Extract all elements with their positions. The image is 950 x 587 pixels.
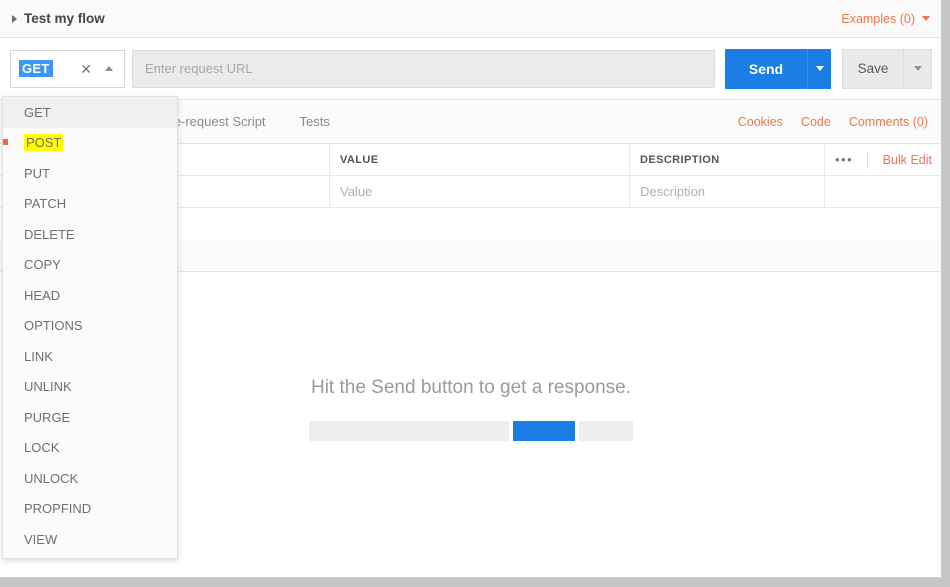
- method-menu-item-label: DELETE: [24, 226, 75, 242]
- send-button[interactable]: Send: [725, 48, 807, 89]
- cell-value[interactable]: Value: [330, 176, 630, 207]
- method-menu-item-label: POST: [24, 134, 64, 152]
- method-menu-item-post[interactable]: POST: [3, 128, 177, 159]
- tab-tests[interactable]: Tests: [300, 114, 330, 129]
- send-dropdown-button[interactable]: [807, 48, 831, 89]
- postman-request-window: Test my flow Examples (0) GET ✕ Send Sav…: [0, 0, 942, 578]
- method-menu-item-options[interactable]: OPTIONS: [3, 311, 177, 342]
- cell-description[interactable]: Description: [630, 176, 825, 207]
- method-menu-item-delete[interactable]: DELETE: [3, 219, 177, 250]
- method-menu-item-get[interactable]: GET: [3, 97, 177, 128]
- save-dropdown-button[interactable]: [904, 48, 932, 89]
- method-menu-item-purge[interactable]: PURGE: [3, 402, 177, 433]
- method-menu-item-label: PATCH: [24, 196, 67, 212]
- divider: [867, 150, 869, 169]
- method-menu-item-label: VIEW: [24, 531, 58, 547]
- flow-breadcrumb[interactable]: Test my flow: [12, 11, 105, 26]
- method-menu-item-patch[interactable]: PATCH: [3, 189, 177, 220]
- method-menu-item-head[interactable]: HEAD: [3, 280, 177, 311]
- method-menu-item-label: OPTIONS: [24, 318, 83, 334]
- method-menu-item-link[interactable]: LINK: [3, 341, 177, 372]
- method-menu-item-label: LINK: [24, 348, 53, 364]
- triangle-right-icon[interactable]: [12, 14, 17, 23]
- comments-link[interactable]: Comments (0): [849, 115, 928, 129]
- method-menu-item-label: UNLINK: [24, 379, 72, 395]
- save-button-group: Save: [842, 48, 932, 89]
- close-x-icon[interactable]: ✕: [80, 62, 92, 76]
- cell-tools: [825, 176, 941, 207]
- method-menu-item-label: PURGE: [24, 409, 71, 425]
- method-menu-item-label: HEAD: [24, 287, 61, 303]
- request-url-bar: GET ✕ Send Save: [0, 38, 941, 100]
- http-method-select[interactable]: GET ✕: [10, 49, 125, 88]
- skeleton-bar-left: [309, 421, 509, 441]
- method-menu-item-label: GET: [24, 104, 51, 120]
- tab-utility-links: Cookies Code Comments (0): [738, 115, 928, 129]
- method-menu-item-view[interactable]: VIEW: [3, 524, 177, 555]
- column-header-value: VALUE: [330, 144, 630, 175]
- skeleton-bar-send: [513, 421, 575, 441]
- examples-label: Examples (0): [841, 11, 915, 26]
- caret-up-icon[interactable]: [105, 66, 113, 71]
- method-menu-item-copy[interactable]: COPY: [3, 250, 177, 281]
- method-menu-item-put[interactable]: PUT: [3, 158, 177, 189]
- method-menu-item-label: LOCK: [24, 440, 60, 456]
- method-menu-item-label: PUT: [24, 165, 50, 181]
- response-empty-message: Hit the Send button to get a response.: [310, 377, 632, 398]
- bulk-edit-link[interactable]: Bulk Edit: [883, 153, 932, 167]
- code-link[interactable]: Code: [801, 115, 831, 129]
- request-url-input[interactable]: [132, 49, 715, 88]
- cookies-link[interactable]: Cookies: [738, 115, 783, 129]
- column-header-description: DESCRIPTION: [630, 144, 825, 175]
- save-button[interactable]: Save: [842, 48, 904, 89]
- method-menu-item-label: UNLOCK: [24, 470, 79, 486]
- send-button-group: Send: [725, 48, 831, 89]
- method-menu-item-unlock[interactable]: UNLOCK: [3, 463, 177, 494]
- caret-down-icon: [815, 66, 824, 71]
- flow-header-bar: Test my flow Examples (0): [0, 0, 941, 38]
- method-menu-item-propfind[interactable]: PROPFIND: [3, 494, 177, 525]
- skeleton-bar-right: [579, 421, 633, 441]
- response-skeleton-illustration: [309, 421, 633, 441]
- http-method-value: GET: [19, 60, 53, 77]
- method-menu-item-label: PROPFIND: [24, 501, 92, 517]
- caret-down-icon: [922, 16, 930, 21]
- flow-title-label: Test my flow: [24, 11, 105, 26]
- caret-down-icon: [913, 66, 922, 71]
- table-tools: ••• Bulk Edit: [825, 144, 941, 175]
- method-menu-item-lock[interactable]: LOCK: [3, 433, 177, 464]
- method-menu-item-unlink[interactable]: UNLINK: [3, 372, 177, 403]
- method-menu-item-label: COPY: [24, 257, 61, 273]
- more-options-icon[interactable]: •••: [835, 152, 853, 167]
- cursor-marker-icon: [3, 139, 8, 145]
- examples-dropdown[interactable]: Examples (0): [841, 12, 930, 26]
- http-method-dropdown-menu[interactable]: GET POST PUT PATCH DELETE COPY HEAD OPTIONS LINK…: [2, 96, 178, 559]
